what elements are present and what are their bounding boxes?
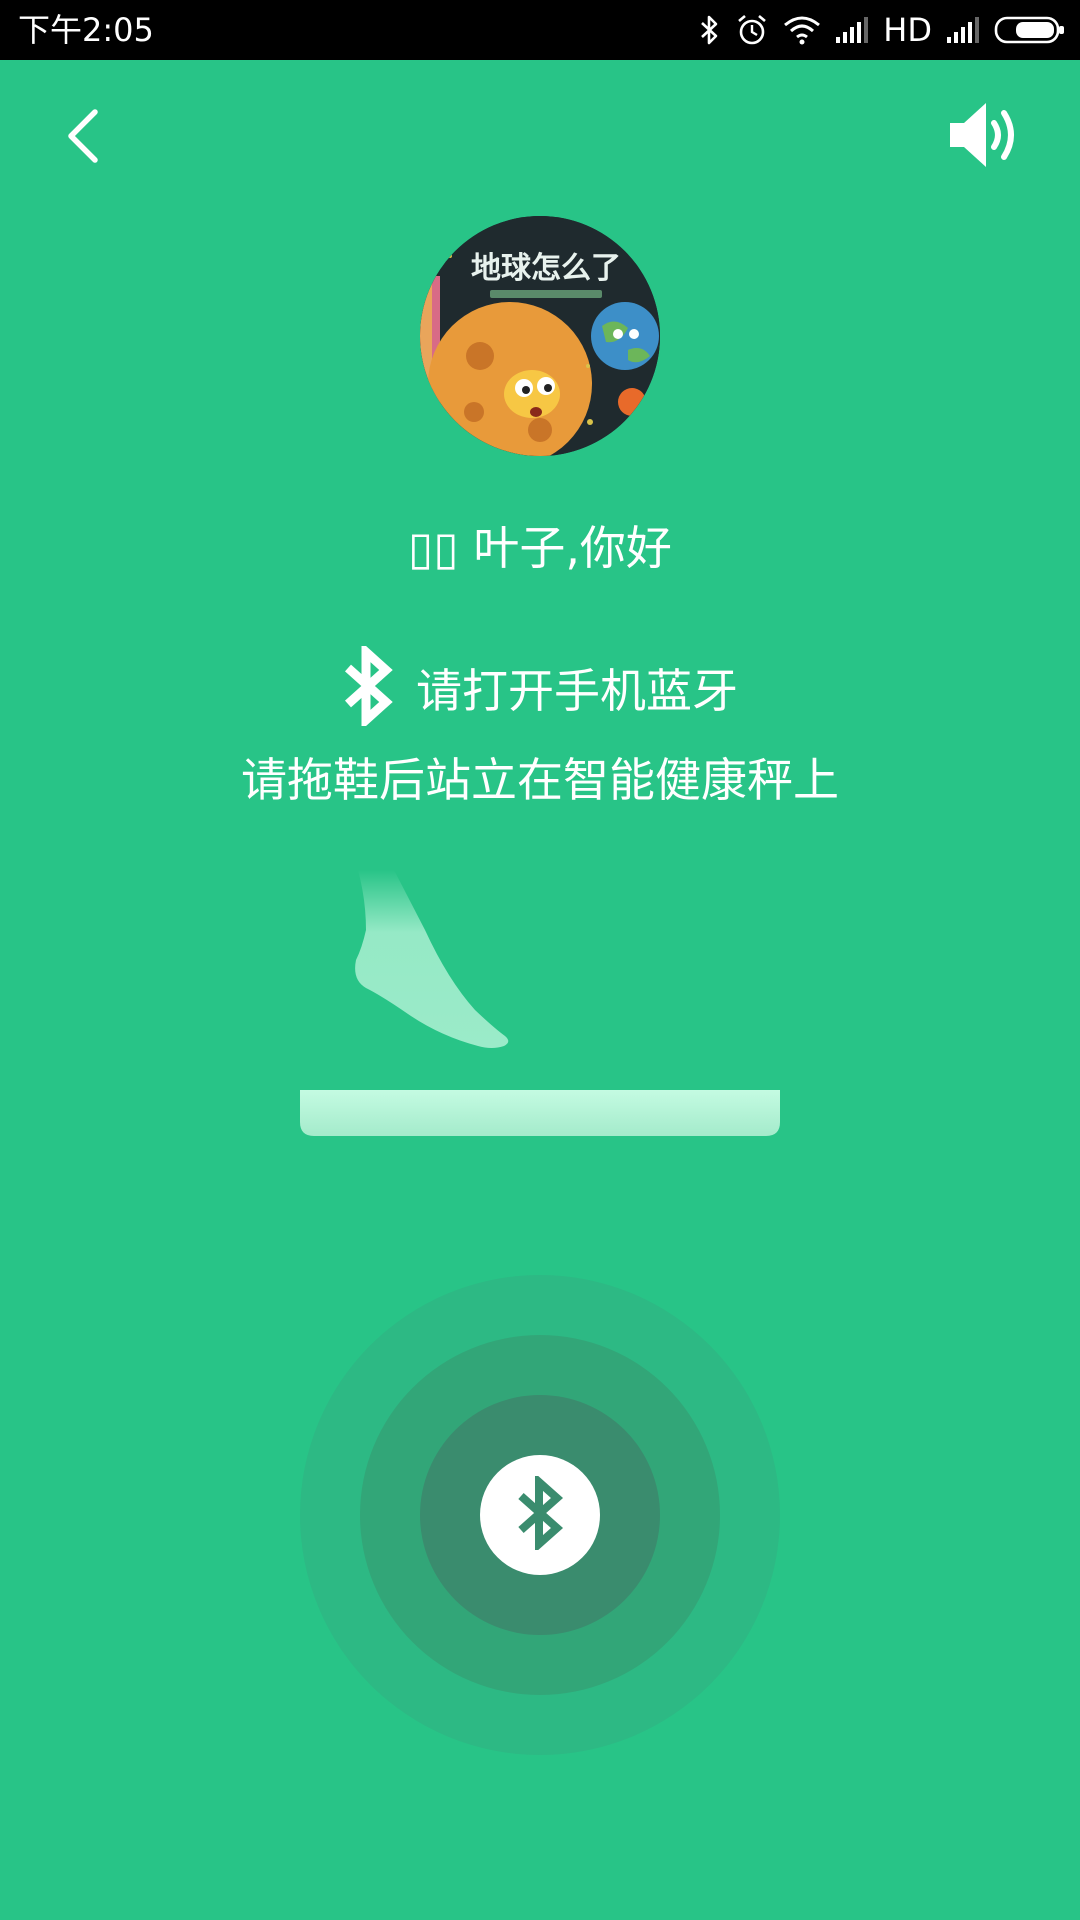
bluetooth-icon xyxy=(699,14,721,46)
bluetooth-icon xyxy=(515,1473,565,1554)
speaker-icon xyxy=(948,99,1024,175)
instruction-text: 请拖鞋后站立在智能健康秤上 xyxy=(241,753,839,807)
signal-icon xyxy=(835,17,869,43)
battery-icon xyxy=(994,15,1066,45)
book-cover-image: 地球怎么了 xyxy=(420,216,660,456)
avatar[interactable]: 地球怎么了 xyxy=(420,216,660,456)
back-button[interactable] xyxy=(48,100,118,176)
network-type-label: HD xyxy=(883,11,932,49)
bluetooth-icon xyxy=(342,641,394,731)
alarm-icon xyxy=(735,13,769,47)
greeting-text: 叶子,你好 xyxy=(473,521,672,575)
bluetooth-connect-button[interactable] xyxy=(480,1455,600,1575)
bluetooth-prompt: 请打开手机蓝牙 xyxy=(0,641,1080,731)
foot-shape xyxy=(355,870,509,1048)
greeting-prefix: ▯▯ xyxy=(408,521,459,575)
status-icons: HD xyxy=(699,0,1066,60)
status-bar: 下午2:05 HD xyxy=(0,0,1080,60)
wifi-icon xyxy=(783,15,821,45)
foot-on-scale-illustration xyxy=(300,860,780,1140)
scale-platform xyxy=(300,1090,780,1136)
status-time: 下午2:05 xyxy=(18,11,154,49)
signal-icon xyxy=(946,17,980,43)
book-title: 地球怎么了 xyxy=(471,251,621,286)
greeting: ▯▯ 叶子,你好 xyxy=(0,516,1080,580)
volume-button[interactable] xyxy=(944,98,1028,176)
back-arrow-icon xyxy=(63,106,103,170)
bluetooth-prompt-text: 请打开手机蓝牙 xyxy=(416,664,738,718)
